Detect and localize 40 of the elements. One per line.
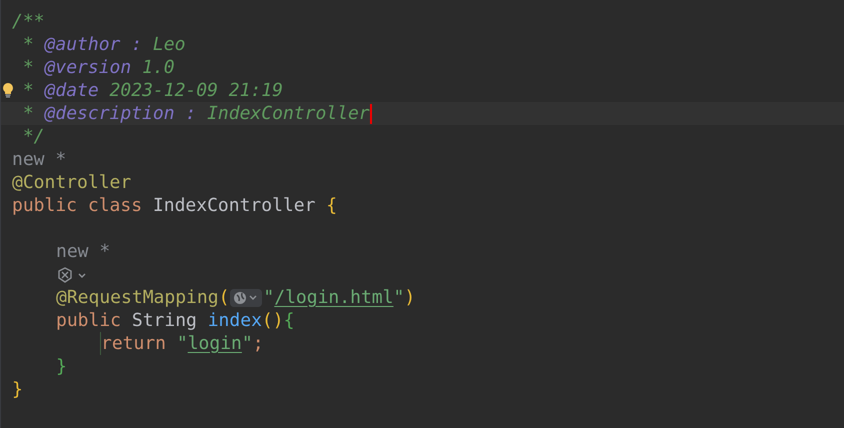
brace: }: [56, 355, 67, 378]
keyword: ;: [252, 332, 264, 355]
comment-text: /**: [12, 10, 45, 33]
string-literal: /login.html: [274, 286, 394, 309]
comment-text: *: [22, 56, 34, 79]
comment-text: *: [22, 33, 34, 56]
brace: (): [262, 309, 284, 332]
doc-tag: @date: [34, 79, 99, 102]
keyword: public: [56, 309, 122, 332]
brace: (: [218, 286, 230, 309]
annotation: @RequestMapping: [56, 286, 219, 309]
comment-text: Leo: [152, 33, 186, 56]
inlay-hint: new *: [12, 148, 66, 171]
brace: {: [284, 309, 294, 332]
string-literal: login: [188, 332, 242, 355]
string-literal: ": [242, 332, 253, 355]
string-literal: ": [176, 332, 188, 355]
text-caret: [370, 104, 372, 124]
comment-text: *: [22, 102, 34, 125]
brace: ): [404, 286, 416, 309]
method-name: index: [208, 309, 262, 332]
brace: }: [12, 378, 23, 401]
comment-text: *: [22, 79, 34, 102]
inlay-hint: new *: [56, 240, 110, 263]
comment-text: 2023-12-09 21:19: [108, 79, 283, 102]
comment-text: 1.0: [141, 56, 175, 79]
string-literal: ": [393, 286, 404, 309]
doc-tag: @version: [34, 56, 132, 79]
annotation: @Controller: [12, 171, 132, 194]
lightbulb-icon[interactable]: [2, 82, 14, 98]
identifier: String: [132, 309, 198, 332]
keyword: public class: [12, 194, 144, 217]
keyword: return: [101, 332, 168, 355]
identifier: IndexController: [152, 194, 316, 217]
doc-tag: @description :: [34, 102, 196, 125]
string-literal: ": [263, 286, 274, 309]
comment-text: */: [22, 125, 45, 148]
doc-tag: @author :: [34, 33, 142, 56]
brace: {: [326, 194, 338, 217]
comment-text: IndexController: [206, 102, 370, 125]
